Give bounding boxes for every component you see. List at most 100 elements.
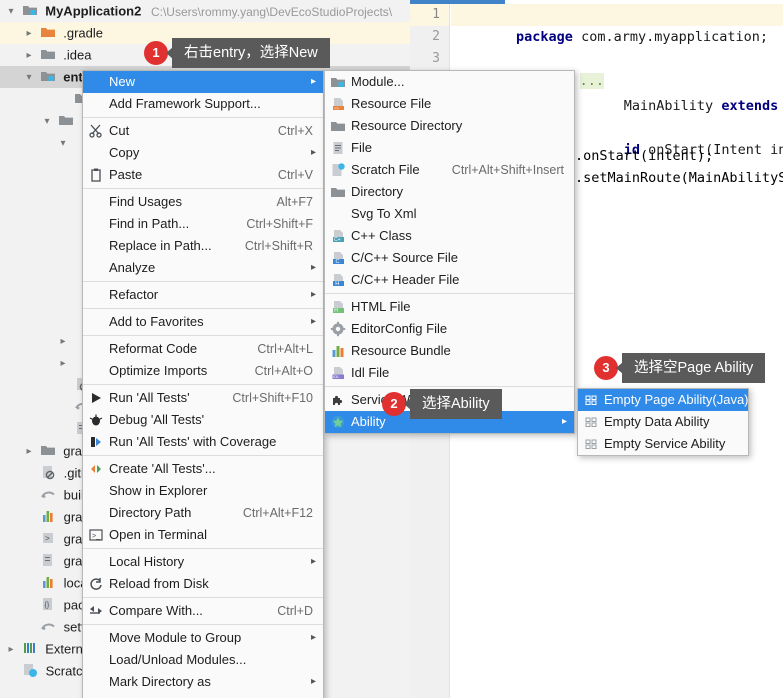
tree-row-root[interactable]: ▾ MyApplication2 C:\Users\rommy.yang\Dev… xyxy=(0,0,410,22)
chevron-down-icon[interactable]: ▾ xyxy=(22,67,36,89)
menu-item-shortcut: Ctrl+Alt+L xyxy=(257,342,313,356)
chevron-right-icon: ▸ xyxy=(561,416,567,427)
menu-item-reload-from-disk[interactable]: Reload from Disk xyxy=(83,573,323,595)
menu-item-new[interactable]: New ▸ xyxy=(83,71,323,93)
menu-item-refactor[interactable]: Refactor ▸ xyxy=(83,284,323,306)
menu-item-replace-in-path[interactable]: Replace in Path... Ctrl+Shift+R xyxy=(83,235,323,257)
menu-item-resource-bundle[interactable]: Resource Bundle xyxy=(325,340,574,362)
menu-item-load-unload-modules[interactable]: Load/Unload Modules... xyxy=(83,649,323,671)
menu-item-label: Cut xyxy=(109,123,130,138)
menu-separator xyxy=(325,386,574,387)
menu-item-label: File xyxy=(351,140,372,155)
coverage-icon xyxy=(88,434,104,450)
menu-item-cpp-class[interactable]: C+ C++ Class xyxy=(325,225,574,247)
chevron-right-icon[interactable]: ▸ xyxy=(56,353,70,375)
tree-item-label: .gradle xyxy=(63,25,103,41)
svg-text:>_: >_ xyxy=(92,533,100,540)
menu-item-module[interactable]: Module... xyxy=(325,71,574,93)
menu-item-compare-with[interactable]: Compare With... Ctrl+D xyxy=(83,600,323,622)
chevron-down-icon[interactable]: ▾ xyxy=(40,111,54,133)
menu-item-remove-bom[interactable]: Remove BOM xyxy=(83,693,323,698)
menu-item-add-to-favorites[interactable]: Add to Favorites ▸ xyxy=(83,311,323,333)
menu-item-local-history[interactable]: Local History ▸ xyxy=(83,551,323,573)
menu-item-open-in-terminal[interactable]: >_ Open in Terminal xyxy=(83,524,323,546)
menu-item-shortcut: Ctrl+Shift+R xyxy=(244,239,313,253)
chevron-right-icon[interactable]: ▸ xyxy=(22,45,36,67)
gradle-icon xyxy=(40,618,56,634)
chevron-right-icon[interactable]: ▸ xyxy=(56,331,70,353)
menu-item-label: Directory Path xyxy=(109,505,192,520)
menu-item-editorconfig-file[interactable]: EditorConfig File xyxy=(325,318,574,340)
menu-item-label: Load/Unload Modules... xyxy=(109,652,247,667)
menu-item-find-in-path[interactable]: Find in Path... Ctrl+Shift+F xyxy=(83,213,323,235)
scissors-icon xyxy=(88,123,104,139)
menu-item-file[interactable]: File xyxy=(325,137,574,159)
menu-item-reformat-code[interactable]: Reformat Code Ctrl+Alt+L xyxy=(83,338,323,360)
terminal-icon: >_ xyxy=(88,527,104,543)
ability-item-icon xyxy=(583,414,599,430)
menu-item-copy[interactable]: Copy ▸ xyxy=(83,142,323,164)
chevron-right-icon: ▸ xyxy=(310,632,316,643)
menu-item-find-usages[interactable]: Find Usages Alt+F7 xyxy=(83,191,323,213)
line-number: 2 xyxy=(432,29,440,44)
idl-file-icon: IDL xyxy=(330,365,346,381)
file-icon xyxy=(40,552,56,568)
menu-item-paste[interactable]: Paste Ctrl+V xyxy=(83,164,323,186)
context-menu[interactable]: New ▸ Add Framework Support... Cut Ctrl+… xyxy=(82,70,324,698)
menu-item-label: Analyze xyxy=(109,260,156,275)
menu-item-label: Add to Favorites xyxy=(109,314,204,329)
menu-separator xyxy=(325,293,574,294)
menu-separator xyxy=(83,597,323,598)
menu-item-idl-file[interactable]: IDL Idl File xyxy=(325,362,574,384)
menu-item-cut[interactable]: Cut Ctrl+X xyxy=(83,120,323,142)
scratch-file-icon xyxy=(330,162,346,178)
svg-text:>: > xyxy=(45,534,50,543)
menu-separator xyxy=(83,335,323,336)
line-number: 1 xyxy=(410,4,449,26)
menu-item-show-in-explorer[interactable]: Show in Explorer xyxy=(83,480,323,502)
menu-item-run-with-coverage[interactable]: Run 'All Tests' with Coverage xyxy=(83,431,323,453)
run-icon xyxy=(88,390,104,406)
menu-item-resource-file[interactable]: <> Resource File xyxy=(325,93,574,115)
chevron-down-icon[interactable]: ▾ xyxy=(4,1,18,23)
menu-item-label: Empty Page Ability(Java) xyxy=(604,392,749,407)
chevron-placeholder-icon: ▸ xyxy=(56,397,70,419)
menu-item-label: C/C++ Source File xyxy=(351,250,458,265)
chevron-right-icon[interactable]: ▸ xyxy=(22,441,36,463)
menu-item-html-file[interactable]: H HTML File xyxy=(325,296,574,318)
menu-item-svg-to-xml[interactable]: Svg To Xml xyxy=(325,203,574,225)
menu-item-directory[interactable]: Directory xyxy=(325,181,574,203)
menu-item-analyze[interactable]: Analyze ▸ xyxy=(83,257,323,279)
chevron-right-icon[interactable]: ▸ xyxy=(4,639,18,661)
menu-item-create-all-tests[interactable]: Create 'All Tests'... xyxy=(83,458,323,480)
menu-item-empty-service-ability[interactable]: Empty Service Ability xyxy=(578,433,748,455)
reload-icon xyxy=(88,576,104,592)
chevron-right-icon: ▸ xyxy=(310,289,316,300)
file-icon xyxy=(330,140,346,156)
svg-text:<>: <> xyxy=(334,105,339,110)
menu-item-label: Refactor xyxy=(109,287,159,302)
menu-item-label: Copy xyxy=(109,145,140,160)
menu-item-directory-path[interactable]: Directory Path Ctrl+Alt+F12 xyxy=(83,502,323,524)
menu-item-run-all-tests[interactable]: Run 'All Tests' Ctrl+Shift+F10 xyxy=(83,387,323,409)
menu-item-mark-directory-as[interactable]: Mark Directory as ▸ xyxy=(83,671,323,693)
menu-item-empty-data-ability[interactable]: Empty Data Ability xyxy=(578,411,748,433)
ability-submenu[interactable]: Empty Page Ability(Java) Empty Data Abil… xyxy=(577,388,749,456)
new-submenu[interactable]: Module... <> Resource File Resource Dire… xyxy=(324,70,575,434)
menu-item-label: Reformat Code xyxy=(109,341,198,356)
menu-separator xyxy=(83,308,323,309)
menu-item-scratch-file[interactable]: Scratch File Ctrl+Alt+Shift+Insert xyxy=(325,159,574,181)
chevron-down-icon[interactable]: ▾ xyxy=(56,133,70,155)
debug-icon xyxy=(88,412,104,428)
menu-item-c-source-file[interactable]: C C/C++ Source File xyxy=(325,247,574,269)
menu-item-move-module-to-group[interactable]: Move Module to Group ▸ xyxy=(83,627,323,649)
menu-item-optimize-imports[interactable]: Optimize Imports Ctrl+Alt+O xyxy=(83,360,323,382)
menu-item-c-header-file[interactable]: H C/C++ Header File xyxy=(325,269,574,291)
menu-item-resource-directory[interactable]: Resource Directory xyxy=(325,115,574,137)
menu-item-empty-page-ability-java[interactable]: Empty Page Ability(Java) xyxy=(578,389,749,411)
chevron-right-icon[interactable]: ▸ xyxy=(22,23,36,45)
ide-window: ▾ MyApplication2 C:\Users\rommy.yang\Dev… xyxy=(0,0,783,698)
menu-item-debug-all-tests[interactable]: Debug 'All Tests' xyxy=(83,409,323,431)
menu-item-add-framework-support[interactable]: Add Framework Support... xyxy=(83,93,323,115)
ability-icon xyxy=(330,414,346,430)
